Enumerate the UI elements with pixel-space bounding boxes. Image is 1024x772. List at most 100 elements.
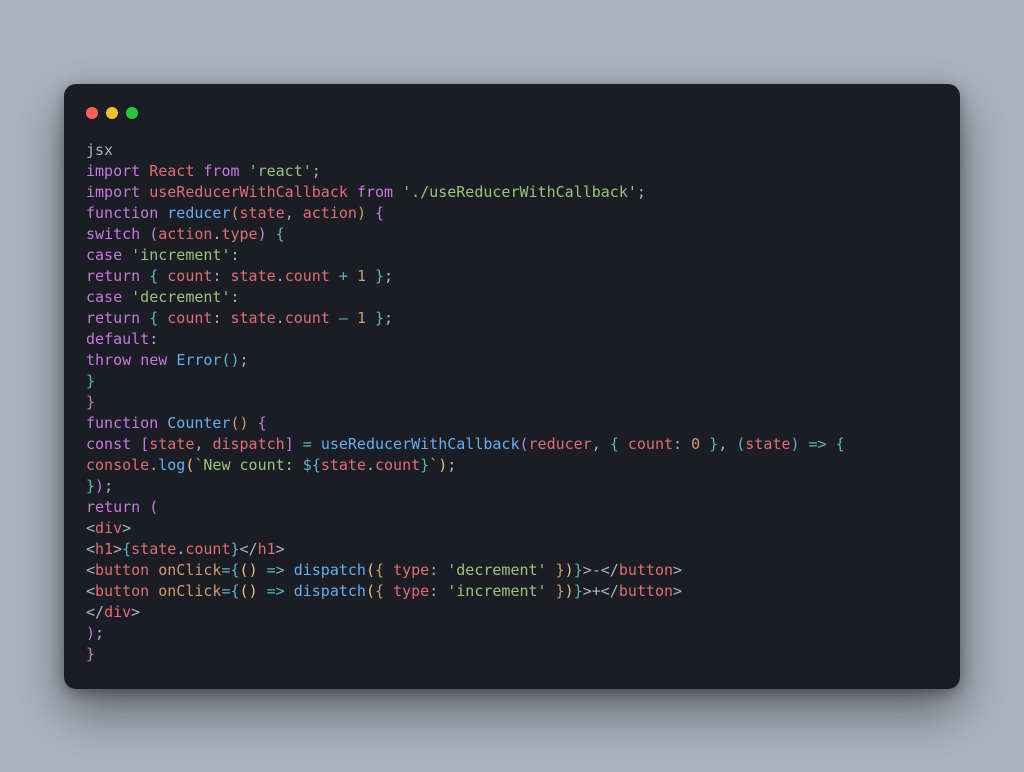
code-token: { xyxy=(149,309,158,327)
code-token: { xyxy=(610,435,619,453)
code-token: ) xyxy=(231,351,240,369)
code-line: ); xyxy=(86,624,104,642)
code-token: ( xyxy=(149,225,158,243)
code-token: . xyxy=(276,309,285,327)
code-token: import xyxy=(86,183,140,201)
code-token: ( xyxy=(231,204,240,222)
code-token: ; xyxy=(95,624,104,642)
code-token: { xyxy=(375,561,384,579)
code-line: }); xyxy=(86,477,113,495)
code-token: const xyxy=(86,435,131,453)
zoom-icon[interactable] xyxy=(126,107,138,119)
code-token: count xyxy=(167,309,212,327)
code-token: } xyxy=(86,372,95,390)
code-token: , xyxy=(194,435,212,453)
code-token: } xyxy=(375,267,384,285)
code-token: action xyxy=(303,204,357,222)
code-token: ) xyxy=(240,414,249,432)
code-token: state xyxy=(231,309,276,327)
page-background: jsx import React from 'react'; import us… xyxy=(0,0,1024,772)
code-token xyxy=(149,582,158,600)
code-token xyxy=(149,561,158,579)
code-token: h1 xyxy=(95,540,113,558)
code-token xyxy=(384,561,393,579)
code-token xyxy=(140,498,149,516)
code-token xyxy=(140,183,149,201)
code-token: < xyxy=(86,582,95,600)
code-token: count xyxy=(375,456,420,474)
code-token: ) xyxy=(249,561,258,579)
code-token xyxy=(267,225,276,243)
code-token: button xyxy=(95,561,149,579)
code-token: ( xyxy=(520,435,529,453)
code-token: { xyxy=(258,414,267,432)
code-token: + xyxy=(339,267,348,285)
window-titlebar xyxy=(86,104,938,122)
code-token xyxy=(348,267,357,285)
code-token: . xyxy=(176,540,185,558)
code-token: </ xyxy=(240,540,258,558)
code-token: dispatch xyxy=(212,435,284,453)
code-token: dispatch xyxy=(294,582,366,600)
code-token: , xyxy=(718,435,736,453)
code-token: ; xyxy=(384,267,393,285)
code-editor: jsx import React from 'react'; import us… xyxy=(86,140,938,665)
code-token: ( xyxy=(149,498,158,516)
code-token xyxy=(240,162,249,180)
code-token: count xyxy=(628,435,673,453)
code-token: { xyxy=(375,204,384,222)
code-line: } xyxy=(86,393,95,411)
code-token: ; xyxy=(637,183,646,201)
code-token xyxy=(158,414,167,432)
code-token: state xyxy=(131,540,176,558)
code-line: return { count: state.count — 1 }; xyxy=(86,309,393,327)
code-token: = xyxy=(221,561,230,579)
code-token: type xyxy=(393,582,429,600)
minimize-icon[interactable] xyxy=(106,107,118,119)
code-token: ] xyxy=(285,435,294,453)
code-token: > xyxy=(673,561,682,579)
close-icon[interactable] xyxy=(86,107,98,119)
code-token: } xyxy=(556,582,565,600)
code-token: { xyxy=(149,267,158,285)
code-token: state xyxy=(321,456,366,474)
code-token xyxy=(366,267,375,285)
code-token: : xyxy=(231,246,240,264)
code-token: — xyxy=(339,309,348,327)
code-token xyxy=(285,582,294,600)
code-token: function xyxy=(86,204,158,222)
code-token xyxy=(330,267,339,285)
code-token: ( xyxy=(736,435,745,453)
code-token: console xyxy=(86,456,149,474)
code-token: ; xyxy=(447,456,456,474)
code-token: ( xyxy=(366,582,375,600)
code-token: from xyxy=(357,183,393,201)
code-token: ${ xyxy=(303,456,321,474)
code-token: return xyxy=(86,267,140,285)
code-token: ; xyxy=(240,351,249,369)
code-line: import React from 'react'; xyxy=(86,162,321,180)
code-token: } xyxy=(709,435,718,453)
code-token: state xyxy=(745,435,790,453)
code-token: jsx xyxy=(86,141,113,159)
code-token: state xyxy=(149,435,194,453)
code-token: ` xyxy=(429,456,438,474)
code-token: } xyxy=(574,561,583,579)
code-token xyxy=(131,435,140,453)
code-token xyxy=(258,561,267,579)
code-token xyxy=(547,561,556,579)
code-line: function Counter() { xyxy=(86,414,267,432)
code-token: 1 xyxy=(357,267,366,285)
code-token: useReducerWithCallback xyxy=(149,183,348,201)
code-token xyxy=(258,582,267,600)
code-token xyxy=(140,267,149,285)
code-token: => xyxy=(267,582,285,600)
code-token: div xyxy=(104,603,131,621)
code-token: { xyxy=(231,561,240,579)
code-token: new xyxy=(140,351,167,369)
code-token: > xyxy=(131,603,140,621)
code-token: > xyxy=(122,519,131,537)
code-token: { xyxy=(122,540,131,558)
code-token: ( xyxy=(240,561,249,579)
code-token: state xyxy=(240,204,285,222)
